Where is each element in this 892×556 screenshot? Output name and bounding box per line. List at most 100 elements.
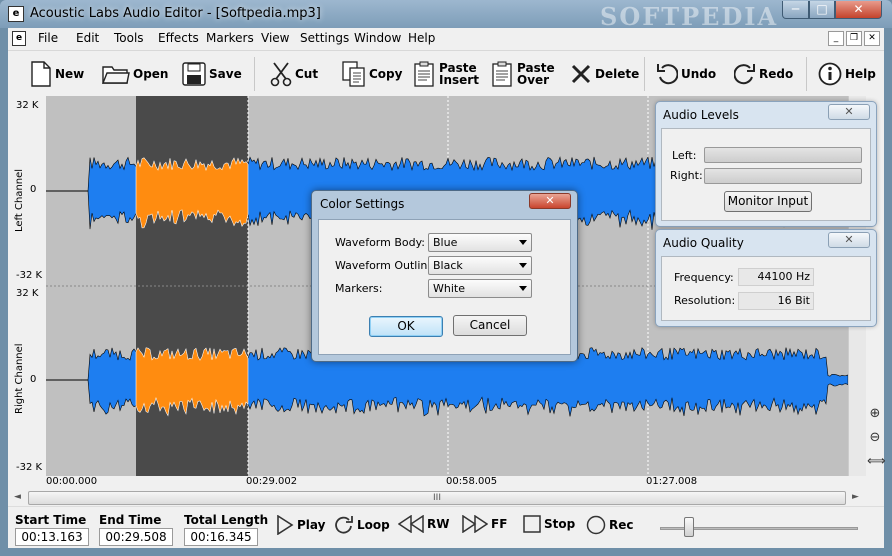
app-icon: e bbox=[8, 6, 24, 22]
markers-select[interactable]: White bbox=[428, 279, 532, 298]
ok-button[interactable]: OK bbox=[369, 316, 443, 337]
audio-levels-close-button[interactable]: ✕ bbox=[828, 104, 870, 120]
document-icon[interactable]: e bbox=[12, 31, 26, 46]
dialog-close-button[interactable]: ✕ bbox=[529, 193, 571, 209]
redo-icon bbox=[734, 64, 755, 85]
rewind-label: RW bbox=[427, 517, 450, 531]
paste-over-button[interactable]: Paste Over bbox=[492, 57, 555, 91]
scroll-right-icon[interactable]: ► bbox=[852, 492, 859, 502]
new-label: New bbox=[55, 67, 85, 81]
menu-view[interactable]: View bbox=[261, 31, 289, 45]
ruler-left-bottom: -32 K bbox=[16, 270, 43, 281]
rewind-button[interactable]: RW bbox=[398, 515, 449, 533]
play-label: Play bbox=[297, 518, 326, 532]
undo-icon bbox=[657, 64, 678, 85]
horizontal-scrollbar[interactable]: ◄ III ► bbox=[8, 490, 884, 506]
waveform-outline-select[interactable]: Black bbox=[428, 256, 532, 275]
zoom-out-icon[interactable]: ⊖ bbox=[867, 430, 883, 446]
mdi-minimize-button[interactable]: _ bbox=[828, 31, 844, 46]
toolbar-separator bbox=[254, 57, 255, 91]
monitor-input-button[interactable]: Monitor Input bbox=[724, 191, 812, 212]
play-icon bbox=[277, 515, 294, 535]
record-button[interactable]: Rec bbox=[586, 515, 634, 535]
volume-slider-thumb[interactable] bbox=[684, 517, 694, 537]
fast-forward-button[interactable]: FF bbox=[462, 515, 507, 533]
record-icon bbox=[586, 515, 606, 535]
menu-edit[interactable]: Edit bbox=[76, 31, 99, 45]
mdi-restore-button[interactable]: ❐ bbox=[846, 31, 862, 46]
paste-insert-button[interactable]: Paste Insert bbox=[414, 57, 479, 91]
timeline-tick: 00:00.000 bbox=[46, 476, 98, 487]
mdi-close-button[interactable]: ✕ bbox=[864, 31, 880, 46]
scroll-thumb[interactable]: III bbox=[28, 491, 846, 505]
record-label: Rec bbox=[609, 518, 634, 532]
redo-label: Redo bbox=[759, 67, 794, 81]
zoom-fit-icon[interactable]: ⟺ bbox=[867, 454, 886, 470]
title-bar: e Acoustic Labs Audio Editor - [Softpedi… bbox=[0, 0, 892, 31]
start-time-group: Start Time 00:13.163 bbox=[15, 513, 89, 546]
loop-icon bbox=[335, 516, 353, 534]
copy-icon bbox=[342, 61, 365, 87]
timeline-ruler: 00:00.000 00:29.002 00:58.005 01:27.008 bbox=[8, 476, 884, 490]
transport-bar: Start Time 00:13.163 End Time 00:29.508 … bbox=[8, 506, 884, 548]
stop-button[interactable]: Stop bbox=[523, 515, 575, 533]
ruler-left-top: 32 K bbox=[16, 100, 39, 111]
save-button[interactable]: Save bbox=[182, 57, 242, 91]
redo-button[interactable]: Redo bbox=[734, 57, 793, 91]
delete-label: Delete bbox=[595, 67, 640, 81]
paste-over-label: Paste Over bbox=[517, 61, 555, 87]
right-level-meter bbox=[704, 168, 862, 184]
ruler-right-mid: 0 bbox=[30, 374, 37, 385]
copy-button[interactable]: Copy bbox=[342, 57, 402, 91]
start-time-field[interactable]: 00:13.163 bbox=[15, 528, 89, 546]
help-button[interactable]: Help bbox=[818, 57, 876, 91]
play-button[interactable]: Play bbox=[276, 515, 325, 535]
audio-levels-title: Audio Levels bbox=[663, 108, 739, 122]
audio-quality-close-button[interactable]: ✕ bbox=[828, 232, 870, 248]
amplitude-ruler: 32 K 0 -32 K 32 K 0 -32 K Left Channel R… bbox=[10, 96, 46, 476]
save-label: Save bbox=[209, 67, 242, 81]
start-time-label: Start Time bbox=[15, 513, 87, 527]
timeline-tick: 00:29.002 bbox=[246, 476, 298, 487]
close-button[interactable]: ✕ bbox=[835, 1, 882, 19]
undo-button[interactable]: Undo bbox=[656, 57, 716, 91]
cancel-button[interactable]: Cancel bbox=[453, 315, 527, 336]
toolbar-separator bbox=[644, 57, 645, 91]
new-file-icon bbox=[31, 61, 51, 87]
dialog-title: Color Settings bbox=[320, 197, 405, 211]
waveform-body-select[interactable]: Blue bbox=[428, 233, 532, 252]
end-time-field[interactable]: 00:29.508 bbox=[99, 528, 173, 546]
total-length-group: Total Length 00:16.345 bbox=[184, 513, 268, 546]
menu-file[interactable]: File bbox=[38, 31, 58, 45]
copy-label: Copy bbox=[369, 67, 403, 81]
delete-x-icon bbox=[571, 64, 591, 84]
right-level-label: Right: bbox=[670, 169, 703, 182]
watermark: SOFTPEDIA bbox=[600, 2, 779, 31]
scroll-left-icon[interactable]: ◄ bbox=[14, 492, 21, 502]
menu-effects[interactable]: Effects bbox=[158, 31, 199, 45]
open-label: Open bbox=[133, 67, 169, 81]
fast-forward-icon bbox=[462, 515, 488, 533]
menu-settings[interactable]: Settings bbox=[300, 31, 349, 45]
menu-window[interactable]: Window bbox=[354, 31, 401, 45]
menu-help[interactable]: Help bbox=[408, 31, 435, 45]
new-button[interactable]: New bbox=[30, 57, 84, 91]
zoom-in-icon[interactable]: ⊕ bbox=[867, 406, 883, 422]
open-button[interactable]: Open bbox=[102, 57, 168, 91]
timeline-tick: 00:58.005 bbox=[446, 476, 498, 487]
audio-quality-title: Audio Quality bbox=[663, 236, 744, 250]
end-time-group: End Time 00:29.508 bbox=[99, 513, 173, 546]
delete-button[interactable]: Delete bbox=[570, 57, 639, 91]
maximize-button[interactable]: □ bbox=[809, 1, 835, 19]
ruler-right-bottom: -32 K bbox=[16, 462, 43, 473]
right-channel-label: Right Channel bbox=[14, 343, 25, 414]
menu-markers[interactable]: Markers bbox=[206, 31, 254, 45]
cut-button[interactable]: Cut bbox=[270, 57, 318, 91]
loop-label: Loop bbox=[357, 518, 390, 532]
frequency-value: 44100 Hz bbox=[738, 268, 814, 286]
menu-tools[interactable]: Tools bbox=[114, 31, 144, 45]
loop-button[interactable]: Loop bbox=[334, 515, 390, 535]
minimize-button[interactable]: ─ bbox=[782, 1, 809, 19]
timeline-tick: 01:27.008 bbox=[646, 476, 698, 487]
chevron-down-icon bbox=[519, 286, 527, 291]
